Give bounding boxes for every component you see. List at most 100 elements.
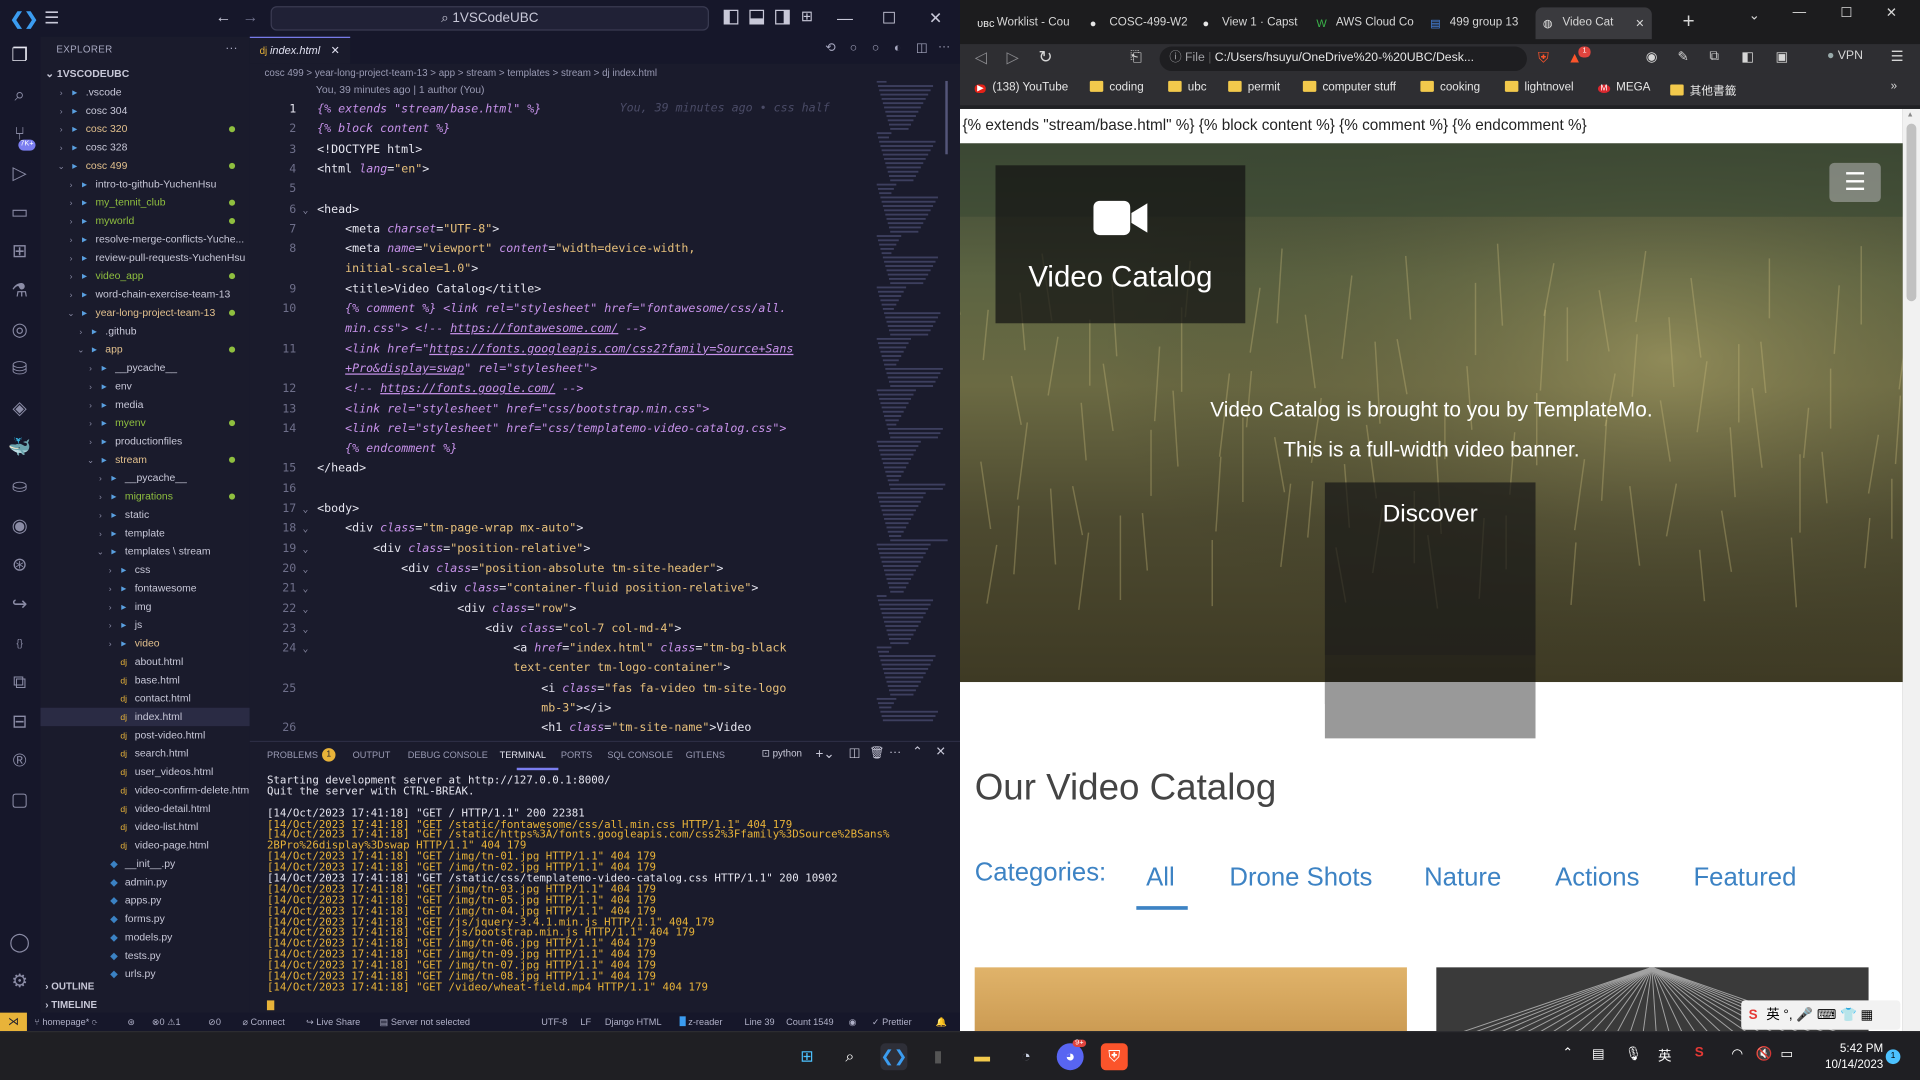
outline-section[interactable]: › OUTLINE <box>40 977 249 995</box>
branch-status[interactable]: ⑂ homepage* ⟳ <box>34 1013 97 1031</box>
more-actions-icon[interactable]: ··· <box>225 42 237 55</box>
search-icon[interactable]: ⌕ <box>836 1043 863 1070</box>
bookmark-icon[interactable]: ⊟ <box>7 710 31 734</box>
bookmark-item[interactable]: cooking <box>1420 80 1480 94</box>
file-item[interactable]: ◆ models.py <box>40 928 249 946</box>
ime-toolbar[interactable]: S 英 °, 🎤 ⌨ 👕 ▦ <box>1741 1000 1901 1030</box>
minimap[interactable] <box>874 80 949 742</box>
folder-item[interactable]: › ▸ template <box>40 524 249 542</box>
close-panel-icon[interactable]: ✕ <box>936 746 946 759</box>
extension-icon[interactable]: ◉ <box>1646 49 1658 65</box>
folder-item[interactable]: ⌄ ▸ cosc 499 <box>40 157 249 175</box>
code-editor[interactable]: 1 {% extends "stream/base.html" %} 2 {% blo… <box>250 100 874 740</box>
notification-badge[interactable]: 1 <box>1885 1049 1901 1065</box>
browser-tab[interactable]: ● COSC-499-W2 <box>1082 7 1190 39</box>
fold-chevron-icon[interactable]: ⌄ <box>302 599 308 619</box>
prettier-status[interactable]: ✓ Prettier <box>872 1013 912 1031</box>
reader-icon[interactable]: ® <box>7 749 31 773</box>
terminal-output[interactable]: Starting development server at http://12… <box>267 776 953 994</box>
brave-shield-icon[interactable]: ⛨ <box>1538 49 1549 67</box>
bookmark-icon[interactable]: ⎗ <box>1130 48 1142 66</box>
minimize-button[interactable]: — <box>1793 5 1806 20</box>
category-tab-drone-shots[interactable]: Drone Shots <box>1229 863 1372 892</box>
eol-status[interactable]: LF <box>580 1013 591 1031</box>
file-item[interactable]: ◆ tests.py <box>40 947 249 965</box>
microphone-icon[interactable]: 🎙 <box>1625 1046 1642 1062</box>
close-button[interactable]: ✕ <box>913 0 957 37</box>
folder-item[interactable]: › ▸ migrations <box>40 487 249 505</box>
workspace-root[interactable]: ⌄ 1VSCODEUBC <box>40 64 249 84</box>
tray-app-icon[interactable]: ▤ <box>1592 1046 1605 1062</box>
server-status[interactable]: ▤ Server not selected <box>380 1013 470 1031</box>
fold-chevron-icon[interactable]: ⌄ <box>302 639 308 659</box>
count-status[interactable]: Count 1549 <box>786 1013 834 1031</box>
remote-explorer-icon[interactable]: ▭ <box>7 201 31 225</box>
customize-layout-icon[interactable]: ⊞ <box>801 7 813 24</box>
panel-tab-ports[interactable]: PORTS <box>561 749 592 760</box>
tray-overflow-icon[interactable]: ⌃ <box>1562 1047 1572 1060</box>
folder-item[interactable]: › ▸ resolve-merge-conflicts-Yuche... <box>40 230 249 248</box>
scroll-up-icon[interactable]: ▲ <box>1907 111 1914 118</box>
fold-chevron-icon[interactable]: ⌄ <box>302 579 308 599</box>
new-tab-button[interactable]: + <box>1682 10 1694 34</box>
sidebar-toggle-icon[interactable]: ◧ <box>1741 49 1754 65</box>
sogou-tray-icon[interactable]: S <box>1695 1046 1704 1061</box>
reload-icon[interactable]: ↻ <box>1038 47 1052 68</box>
maximize-button[interactable]: ☐ <box>867 0 911 37</box>
folder-item[interactable]: › ▸ .vscode <box>40 83 249 101</box>
connect-status[interactable]: ⌀ Connect <box>242 1013 284 1031</box>
language-status[interactable]: Django HTML <box>605 1013 662 1031</box>
browser-tab[interactable]: W AWS Cloud Co <box>1309 7 1417 39</box>
terminal-shell-selector[interactable]: ⊡ python <box>762 748 802 759</box>
folder-item[interactable]: › ▸ review-pull-requests-YuchenHsu <box>40 249 249 267</box>
toggle-secondary-sidebar-icon[interactable] <box>775 9 790 25</box>
split-editor-icon[interactable]: ◫ <box>916 42 928 55</box>
steam-icon[interactable]: ◔ <box>1013 1043 1040 1070</box>
maximize-panel-icon[interactable]: ⌃ <box>912 746 922 759</box>
folder-item[interactable]: › ▸ cosc 304 <box>40 102 249 120</box>
more-bookmarks-icon[interactable]: » <box>1891 80 1897 93</box>
hamburger-menu-button[interactable]: ☰ <box>1829 162 1881 203</box>
split-terminal-icon[interactable]: ◫ <box>849 747 861 760</box>
file-item[interactable]: ◆ forms.py <box>40 910 249 928</box>
close-icon[interactable]: ✕ <box>1635 7 1644 39</box>
folder-item[interactable]: › ▸ myenv <box>40 414 249 432</box>
folder-item[interactable]: › ▸ myworld <box>40 212 249 230</box>
tab-index-html[interactable]: dj index.html ✕ <box>249 36 351 64</box>
scrollbar-thumb[interactable] <box>1906 123 1917 302</box>
folder-item[interactable]: › ▸ env <box>40 377 249 395</box>
vscode-taskbar-icon[interactable]: ❮❯ <box>880 1043 908 1071</box>
folder-item[interactable]: › ▸ .github <box>40 322 249 340</box>
browser-tab[interactable]: ▤ 499 group 13 <box>1423 7 1531 39</box>
discover-button-base[interactable] <box>1324 682 1536 739</box>
file-item[interactable]: dj base.html <box>40 671 249 689</box>
wallet-icon[interactable]: ▣ <box>1776 49 1789 65</box>
forward-icon[interactable]: ▷ <box>1007 48 1019 68</box>
folder-item[interactable]: ⌄ ▸ templates \ stream <box>40 542 249 560</box>
folder-item[interactable]: › ▸ cosc 320 <box>40 120 249 138</box>
panel-tab-debug-console[interactable]: DEBUG CONSOLE <box>408 749 488 760</box>
extension2-icon[interactable]: ✎ <box>1678 49 1689 65</box>
explorer-icon[interactable]: ❐ <box>7 44 31 68</box>
close-button[interactable]: ✕ <box>1886 5 1897 21</box>
wifi-icon[interactable]: ◠ <box>1731 1046 1743 1062</box>
folder-item[interactable]: › ▸ intro-to-github-YuchenHsu <box>40 175 249 193</box>
folder-item[interactable]: › ▸ __pycache__ <box>40 469 249 487</box>
breadcrumb[interactable]: cosc 499 > year-long-project-team-13 > a… <box>264 65 657 82</box>
live-share-status[interactable]: ↪ Live Share <box>306 1013 360 1031</box>
panel-tab-output[interactable]: OUTPUT <box>353 749 391 760</box>
fold-chevron-icon[interactable]: ⌄ <box>302 520 308 540</box>
file-explorer-icon[interactable]: ▬ <box>969 1043 996 1070</box>
folder-item[interactable]: › ▸ css <box>40 561 249 579</box>
account-icon[interactable]: ◯ <box>7 931 31 955</box>
file-item[interactable]: dj user_videos.html <box>40 763 249 781</box>
fold-chevron-icon[interactable]: ⌄ <box>302 200 308 220</box>
minimize-button[interactable]: — <box>823 0 867 37</box>
ime-indicator[interactable]: 英 <box>1658 1046 1671 1066</box>
vpn-button[interactable]: ● VPN <box>1827 49 1863 62</box>
logo-container[interactable]: Video Catalog <box>995 165 1246 324</box>
folder-item[interactable]: › ▸ __pycache__ <box>40 359 249 377</box>
battery-icon[interactable]: ▭ <box>1780 1046 1793 1062</box>
layers-icon[interactable]: ◈ <box>7 397 31 421</box>
bookmark-item[interactable]: ▶ (138) YouTube <box>974 81 1068 94</box>
